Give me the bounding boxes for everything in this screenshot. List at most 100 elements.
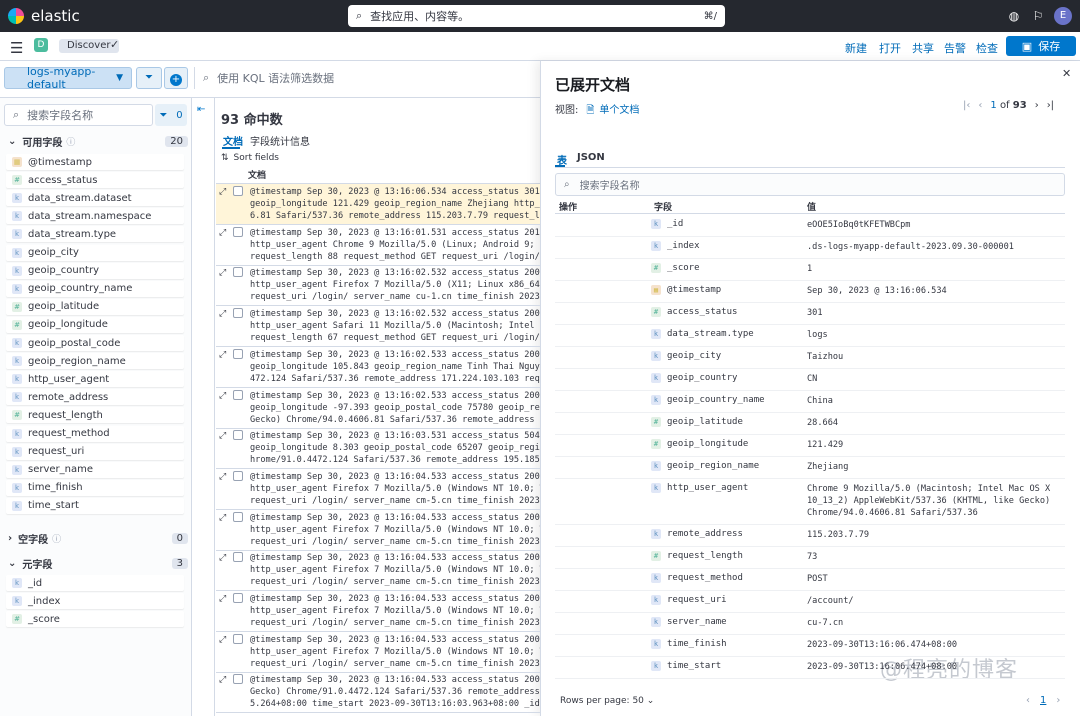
sidebar-field-item[interactable]: k geoip_country [6, 262, 184, 279]
field-row[interactable]: k time_finish 2023-09-30T13:16:06.474+08:0… [555, 635, 1065, 657]
field-row[interactable]: k geoip_city Taizhou [555, 347, 1065, 369]
field-row[interactable]: k data_stream.type logs [555, 325, 1065, 347]
expand-row-icon[interactable]: ⤢ [219, 594, 226, 604]
collapse-sidebar-icon[interactable]: ⇤ [197, 104, 205, 115]
row-checkbox[interactable] [233, 186, 243, 196]
kql-query-input[interactable]: ⌕ 使用 KQL 语法筛选数据 [194, 67, 540, 89]
row-checkbox[interactable] [233, 593, 243, 603]
help-icon[interactable]: ◍ [1006, 8, 1022, 24]
row-checkbox[interactable] [233, 308, 243, 319]
expand-row-icon[interactable]: ⤢ [219, 391, 226, 401]
row-checkbox[interactable] [233, 552, 243, 563]
menu-icon[interactable]: ☰ [10, 39, 23, 57]
field-row[interactable]: k request_method POST [555, 569, 1065, 591]
row-checkbox[interactable] [233, 470, 243, 481]
next-page-icon[interactable]: › [1056, 695, 1060, 706]
expand-row-icon[interactable]: ⤢ [219, 431, 226, 441]
sidebar-field-item[interactable]: # access_status [6, 172, 184, 189]
elastic-logo[interactable]: elastic [8, 7, 80, 25]
table-row[interactable]: ⤢ @timestamp Sep 30, 2023 @ 13:16:04.533 … [216, 469, 540, 510]
field-row[interactable]: k _id eOOE5IoBq0tKFETWBCpm [555, 215, 1065, 237]
sidebar-field-item[interactable]: # geoip_latitude [6, 298, 184, 315]
save-button[interactable]: ▣ 保存 [1006, 36, 1076, 56]
field-row[interactable]: k server_name cu-7.cn [555, 613, 1065, 635]
field-row[interactable]: # _score 1 [555, 259, 1065, 281]
sidebar-field-item[interactable]: k geoip_postal_code [6, 335, 184, 351]
table-row[interactable]: ⤢ @timestamp Sep 30, 2023 @ 13:16:04.533 … [216, 591, 540, 632]
sidebar-field-item[interactable]: k data_stream.dataset [6, 190, 184, 207]
sidebar-field-item[interactable]: # request_length [6, 407, 184, 424]
alert-button[interactable]: 告警 [944, 40, 966, 56]
table-row[interactable]: ⤢ @timestamp Sep 30, 2023 @ 13:16:02.533 … [216, 388, 540, 429]
table-row[interactable]: ⤢ @timestamp Sep 30, 2023 @ 13:16:04.533 … [216, 632, 540, 673]
table-row[interactable]: ⤢ @timestamp Sep 30, 2023 @ 13:16:01.531 … [216, 225, 540, 266]
sidebar-field-item[interactable]: k data_stream.type [6, 226, 184, 243]
expand-row-icon[interactable]: ⤢ [219, 472, 226, 482]
prev-page-icon[interactable]: ‹ [1026, 695, 1030, 706]
field-row[interactable]: k geoip_country_name China [555, 391, 1065, 413]
next-page-icon[interactable]: › [1035, 100, 1039, 111]
field-row[interactable]: # access_status 301 [555, 303, 1065, 325]
first-page-icon[interactable]: |‹ [963, 100, 970, 111]
field-row[interactable]: k remote_address 115.203.7.79 [555, 525, 1065, 547]
expand-row-icon[interactable]: ⤢ [219, 675, 226, 685]
row-checkbox[interactable] [233, 633, 243, 644]
expand-row-icon[interactable]: ⤢ [219, 635, 226, 645]
sidebar-field-item[interactable]: k remote_address [6, 389, 184, 406]
table-row[interactable]: ⤢ @timestamp Sep 30, 2023 @ 13:16:03.531 … [216, 428, 540, 470]
empty-fields-header[interactable]: › 空字段 ⓘ 0 [8, 531, 188, 546]
page-number[interactable]: 1 [1040, 695, 1046, 706]
field-row[interactable]: k http_user_agent Chrome 9 Mozilla/5.0 (Ma… [555, 479, 1065, 525]
field-row[interactable]: # geoip_longitude 121.429 [555, 435, 1065, 457]
table-row[interactable]: ⤢ @timestamp Sep 30, 2023 @ 13:16:02.533 … [216, 347, 540, 388]
expand-row-icon[interactable]: ⤢ [219, 553, 226, 563]
expand-row-icon[interactable]: ⤢ [219, 350, 226, 360]
field-row[interactable]: # request_length 73 [555, 547, 1065, 569]
row-checkbox[interactable] [233, 430, 243, 441]
single-document-link[interactable]: 🗎 单个文档 [586, 105, 639, 116]
avatar[interactable]: E [1054, 7, 1072, 25]
table-row[interactable]: ⤢ @timestamp Sep 30, 2023 @ 13:16:06.534 … [216, 184, 540, 225]
table-row[interactable]: ⤢ @timestamp Sep 30, 2023 @ 13:16:04.533 … [216, 550, 540, 592]
sidebar-field-item[interactable]: k server_name [6, 461, 184, 478]
field-filter-button[interactable]: ⏷ 0 [155, 104, 187, 126]
expand-row-icon[interactable]: ⤢ [219, 187, 226, 197]
share-button[interactable]: 共享 [912, 40, 934, 56]
expand-row-icon[interactable]: ⤢ [219, 513, 226, 523]
flyout-field-search-input[interactable]: ⌕ 搜索字段名称 [555, 173, 1065, 196]
sidebar-field-item[interactable]: k geoip_city [6, 244, 184, 261]
expand-row-icon[interactable]: ⤢ [219, 268, 226, 278]
field-row[interactable]: k _index .ds-logs-myapp-default-2023.09.30… [555, 237, 1065, 259]
field-row[interactable]: k geoip_country CN [555, 369, 1065, 391]
available-fields-header[interactable]: ⌄ 可用字段 ⓘ 20 [8, 134, 188, 149]
prev-page-icon[interactable]: ‹ [978, 100, 982, 111]
table-row[interactable]: ⤢ @timestamp Sep 30, 2023 @ 13:16:02.532 … [216, 306, 540, 348]
table-row[interactable]: ⤢ @timestamp Sep 30, 2023 @ 13:16:04.533 … [216, 672, 540, 714]
document-column-header[interactable]: 文档 [216, 170, 540, 184]
sidebar-field-item[interactable]: k geoip_country_name [6, 280, 184, 297]
sidebar-field-item[interactable]: # _score [6, 611, 184, 628]
data-view-selector[interactable]: logs-myapp-default ▼ [4, 65, 132, 91]
sidebar-field-item[interactable]: k time_finish [6, 479, 184, 496]
field-search-input[interactable]: ⌕ 搜索字段名称 [4, 104, 153, 126]
close-icon[interactable]: ✕ [1062, 67, 1071, 80]
field-row[interactable]: # geoip_latitude 28.664 [555, 413, 1065, 435]
field-row[interactable]: k time_start 2023-09-30T13:16:06.474+08:00 [555, 657, 1065, 679]
inspect-button[interactable]: 检查 [976, 40, 998, 56]
expand-row-icon[interactable]: ⤢ [219, 309, 226, 319]
filter-toggle-button[interactable]: ⏷ [136, 67, 162, 89]
sidebar-field-item[interactable]: # geoip_longitude [6, 316, 184, 333]
row-checkbox[interactable] [233, 348, 243, 359]
row-checkbox[interactable] [233, 389, 243, 400]
expand-row-icon[interactable]: ⤢ [219, 228, 226, 238]
meta-fields-header[interactable]: ⌄ 元字段 3 [8, 556, 188, 571]
table-row[interactable]: ⤢ @timestamp Sep 30, 2023 @ 13:16:02.532 … [216, 265, 540, 307]
field-row[interactable]: k request_uri/account/ [555, 591, 1065, 613]
rows-per-page-select[interactable]: Rows per page: 50 ⌄ [560, 696, 654, 706]
sidebar-field-item[interactable]: k data_stream.namespace [6, 208, 184, 225]
field-row[interactable]: ▦ @timestamp Sep 30, 2023 @ 13:16:06.534 [555, 281, 1065, 303]
tab-documents[interactable]: 文档 [223, 133, 243, 148]
add-filter-button[interactable]: + [164, 67, 188, 89]
row-checkbox[interactable] [233, 226, 243, 237]
sidebar-field-item[interactable]: k _id [6, 575, 184, 591]
